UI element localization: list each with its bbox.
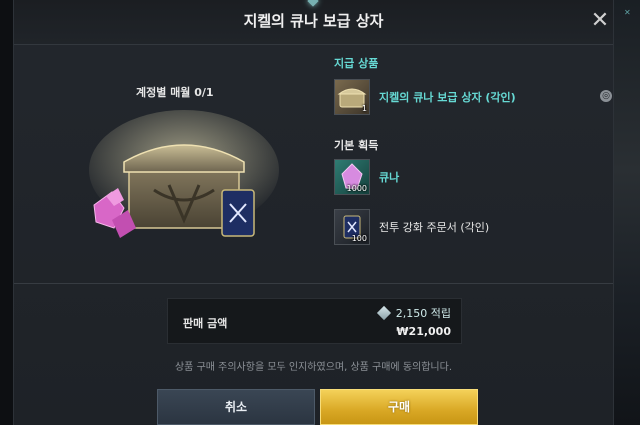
scroll-icon: 100	[334, 209, 370, 245]
dialog-header: 지켈의 큐나 보급 상자 ✕	[14, 0, 613, 45]
reward-section-title: 지급 상품	[334, 57, 379, 70]
buy-button[interactable]: 구매	[320, 389, 478, 425]
background-panel: ✕	[612, 0, 640, 425]
chest-icon: 1	[334, 79, 370, 115]
purchase-dialog: 지켈의 큐나 보급 상자 ✕ 계정별 매월 0/1 지급 상품 1 지켈의 큐나…	[13, 0, 614, 425]
basic-item-qty: 1000	[346, 184, 367, 193]
divider	[14, 283, 613, 284]
reward-item-qty: 1	[361, 104, 367, 113]
points-value: 2,150 적립	[395, 307, 451, 320]
price-box: 판매 금액 2,150 적립 ₩21,000	[167, 298, 462, 344]
crystal-icon: 1000	[334, 159, 370, 195]
points-row: 2,150 적립	[376, 305, 451, 321]
title-ornament-icon	[307, 0, 319, 7]
basic-item-scroll: 100 전투 강화 주문서 (각인)	[334, 209, 604, 245]
reward-item: 1 지켈의 큐나 보급 상자 (각인)	[334, 79, 604, 115]
price-amount: ₩21,000	[396, 325, 451, 338]
reward-item-name: 지켈의 큐나 보급 상자 (각인)	[379, 91, 516, 104]
basic-item-name: 큐나	[379, 171, 400, 184]
price-label: 판매 금액	[183, 317, 228, 330]
gem-icon	[376, 305, 391, 321]
purchase-notice: 상품 구매 주의사항을 모두 인지하였으며, 상품 구매에 동의합니다.	[174, 362, 452, 373]
close-icon[interactable]: ✕	[587, 8, 613, 34]
basic-item-cuna: 1000 큐나	[334, 159, 604, 195]
basic-item-qty: 100	[351, 234, 367, 243]
dialog-title: 지켈의 큐나 보급 상자	[243, 12, 384, 30]
chest-illustration	[89, 110, 279, 238]
magnifier-icon[interactable]: ◎	[600, 90, 612, 102]
background-fragment: ✕	[624, 8, 631, 17]
basic-item-name: 전투 강화 주문서 (각인)	[379, 221, 490, 234]
basic-section-title: 기본 획득	[334, 139, 379, 152]
purchase-limit: 계정별 매월 0/1	[136, 86, 214, 99]
product-preview: 계정별 매월 0/1	[74, 70, 314, 270]
cancel-button[interactable]: 취소	[157, 389, 315, 425]
